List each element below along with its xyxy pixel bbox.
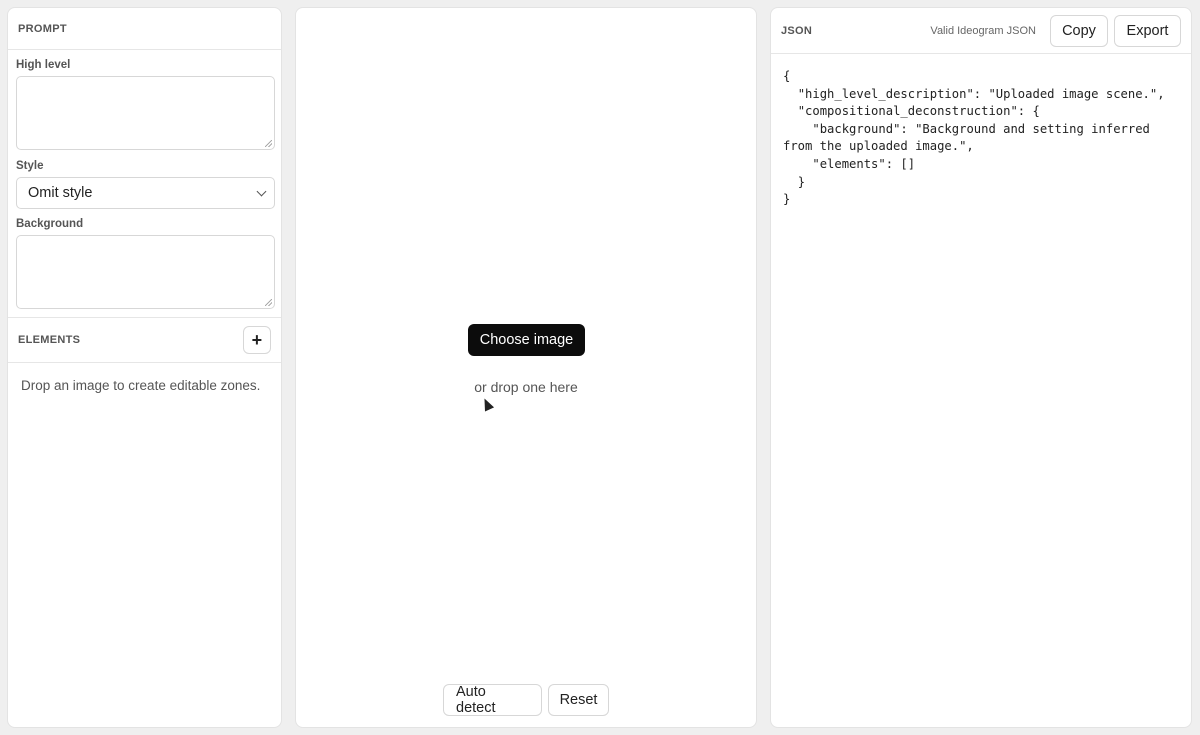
elements-header: ELEMENTS +	[8, 317, 281, 363]
image-canvas-panel[interactable]: Choose image or drop one here Auto detec…	[295, 7, 757, 728]
resize-grip-icon[interactable]	[265, 299, 272, 306]
elements-empty-text: Drop an image to create editable zones.	[21, 378, 261, 393]
mouse-cursor-icon	[479, 396, 495, 412]
json-status-text: Valid Ideogram JSON	[930, 24, 1036, 37]
style-select[interactable]: Omit style	[16, 177, 275, 209]
background-textarea[interactable]	[16, 235, 275, 309]
chevron-down-icon	[256, 186, 267, 196]
high-level-label: High level	[16, 59, 71, 71]
high-level-textarea[interactable]	[16, 76, 275, 150]
choose-image-button[interactable]: Choose image	[468, 324, 585, 356]
prompt-panel: PROMPT High level Style Omit style Backg…	[7, 7, 282, 728]
canvas-actions: Auto detect Reset	[443, 684, 609, 716]
resize-grip-icon[interactable]	[265, 140, 272, 147]
copy-button[interactable]: Copy	[1050, 14, 1108, 47]
drop-zone-text: or drop one here	[474, 379, 578, 395]
auto-detect-button[interactable]: Auto detect	[443, 684, 542, 716]
json-panel: JSON Valid Ideogram JSON Copy Export { "…	[770, 7, 1192, 728]
export-button[interactable]: Export	[1114, 14, 1181, 47]
json-title: JSON	[781, 24, 813, 37]
json-output[interactable]: { "high_level_description": "Uploaded im…	[771, 54, 1191, 223]
background-label: Background	[16, 218, 84, 230]
style-label: Style	[16, 160, 44, 172]
json-header: JSON Valid Ideogram JSON Copy Export	[771, 8, 1191, 54]
add-element-button[interactable]: +	[243, 326, 271, 354]
reset-button[interactable]: Reset	[548, 684, 609, 716]
prompt-section-title: PROMPT	[8, 8, 281, 50]
style-selected-value: Omit style	[28, 185, 93, 201]
elements-section-title: ELEMENTS	[18, 334, 81, 346]
